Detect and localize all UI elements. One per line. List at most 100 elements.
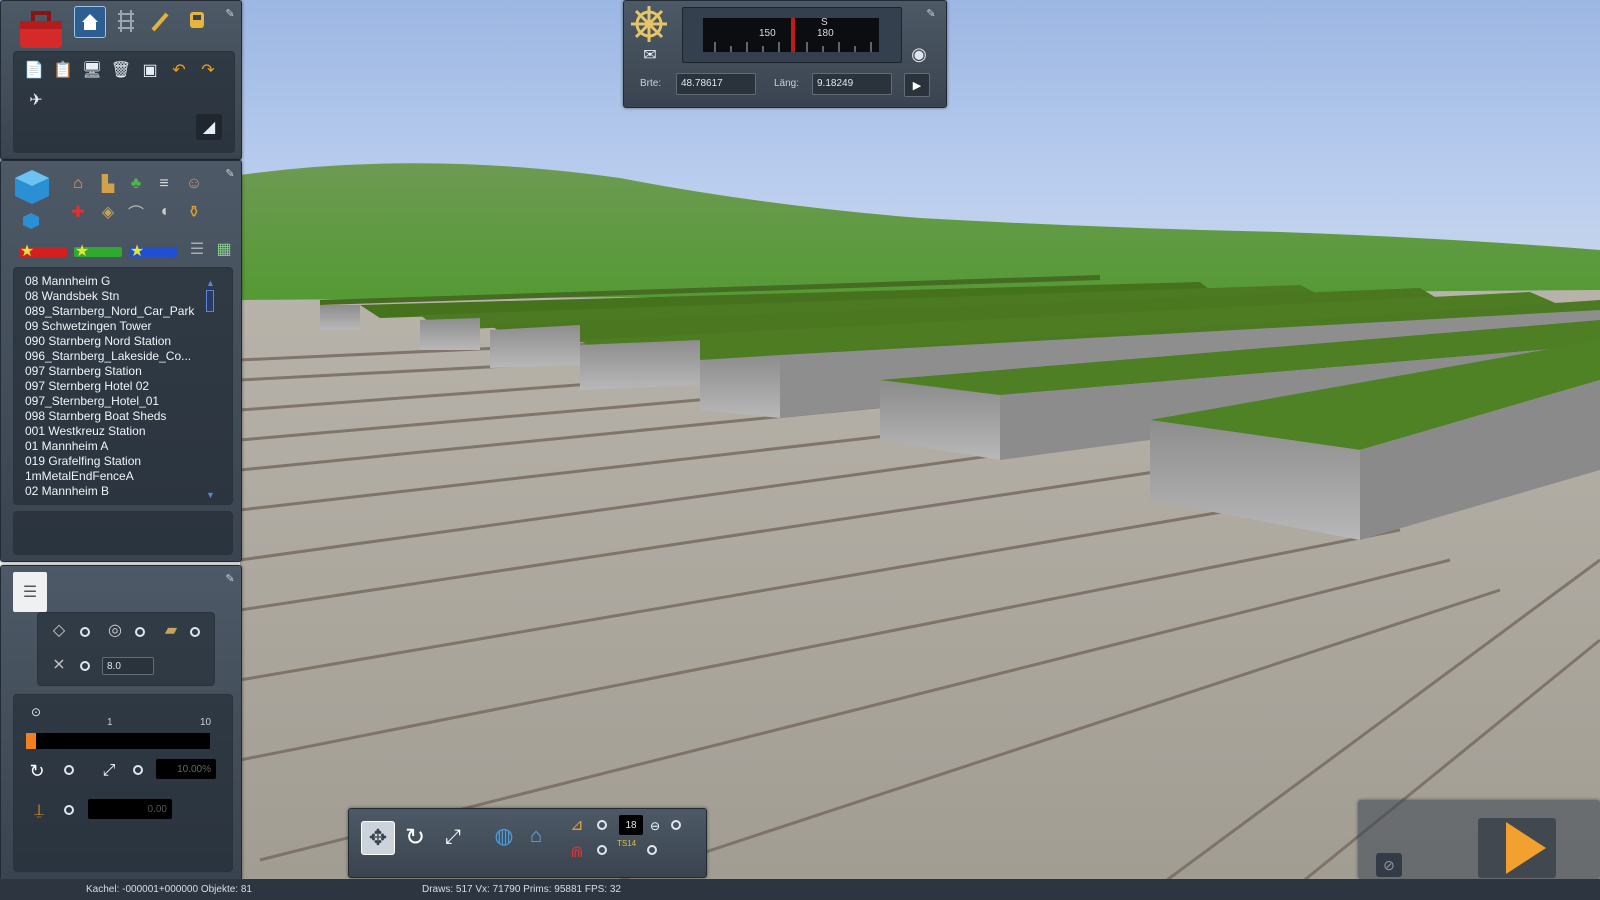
magnet-radio[interactable] (597, 845, 607, 855)
scale-icon[interactable]: ⤢ (437, 821, 469, 853)
height-snap-radio[interactable] (80, 661, 90, 671)
paint-brush-icon[interactable] (146, 7, 174, 35)
percent-input[interactable]: 10.00% (156, 759, 216, 779)
compass-tick-150: 150 (759, 28, 776, 39)
home-icon[interactable] (74, 6, 106, 38)
asset-list-item[interactable]: 089_Starnberg_Nord_Car_Park (15, 304, 205, 319)
offset-input[interactable]: 0.00 (88, 799, 172, 819)
object-cube-icon[interactable] (11, 166, 53, 208)
scale-options: ⊙ 1 10 ↻ ⤢ 10.00% ⍊ 0.00 (13, 694, 233, 872)
asset-list-item[interactable]: 08 Mannheim G (15, 274, 205, 289)
speaker-icon[interactable]: ◖ (151, 199, 177, 225)
measure-icon[interactable]: ⊿ (565, 815, 589, 835)
compass-strip: 150 180 S (682, 7, 902, 63)
rotate-random-radio[interactable] (64, 765, 74, 775)
rotate-snap-radio[interactable] (135, 627, 145, 637)
bridge-icon[interactable]: ⌒ (123, 199, 149, 225)
asset-list-item[interactable]: 09 Schwetzingen Tower (15, 319, 205, 334)
ts-radio[interactable] (647, 845, 657, 855)
figure-icon[interactable]: ☺ (181, 171, 207, 197)
asset-list-item[interactable]: 098 Starnberg Boat Sheds (15, 409, 205, 424)
scrollbar-thumb[interactable] (206, 290, 214, 312)
paste-icon[interactable]: 📋 (51, 58, 75, 82)
monitor-icon[interactable]: 🖥 (80, 58, 104, 82)
compass-icon[interactable] (628, 3, 670, 45)
latitude-input[interactable]: 48.78617 (676, 73, 756, 95)
tree-icon[interactable]: ♣ (123, 171, 149, 197)
delete-icon[interactable]: 🗑 (109, 58, 133, 82)
slider-toggle-icon[interactable]: ⊙ (26, 705, 46, 719)
pin-icon[interactable]: ✎ (223, 572, 237, 586)
camera-icon[interactable]: ◉ (906, 41, 932, 67)
move-icon[interactable]: ✥ (361, 821, 395, 855)
lock-radio[interactable] (671, 820, 681, 830)
asset-list-item[interactable]: 097_Sternberg_Hotel_01 (15, 394, 205, 409)
pin-icon[interactable]: ✎ (223, 167, 237, 181)
go-arrow-icon[interactable]: ▶ (904, 73, 930, 97)
undo-icon[interactable]: ↶ (167, 58, 191, 82)
latitude-label: Brte: (640, 78, 662, 89)
height-snap-icon: ⨯ (52, 656, 66, 673)
bag-icon[interactable]: ⚱ (181, 199, 207, 225)
road-icon[interactable]: ≡ (151, 171, 177, 197)
asset-list-item[interactable]: 090 Starnberg Nord Station (15, 334, 205, 349)
list-view-icon[interactable]: ☰ (187, 239, 207, 259)
grid-view-icon[interactable]: ▦ (214, 239, 234, 259)
world-icon[interactable]: ◍ (489, 821, 519, 851)
asset-list-item[interactable]: 019 Grafelfing Station (15, 454, 205, 469)
measure-radio[interactable] (597, 820, 607, 830)
house-icon[interactable]: ⌂ (523, 823, 549, 849)
ts-badge: TS14 (617, 839, 637, 848)
redo-icon[interactable]: ↷ (196, 58, 220, 82)
copy-icon[interactable]: 📄 (22, 58, 46, 82)
lock-icon[interactable]: ⊖ (647, 817, 663, 835)
asset-list-item[interactable]: 1mMetalEndFenceA (15, 469, 205, 484)
signal-post-icon[interactable]: ✚ (65, 199, 91, 225)
scale-random-icon[interactable]: ⤢ (96, 759, 122, 783)
asset-list-item[interactable]: 01 Mannheim A (15, 439, 205, 454)
factory-icon[interactable]: ▙ (95, 171, 121, 197)
longitude-input[interactable]: 9.18249 (812, 73, 892, 95)
snap-options: ◇ ◎ ▰ ⨯ 8.0 (37, 612, 215, 686)
scale-random-radio[interactable] (133, 765, 143, 775)
track-icon[interactable] (112, 7, 140, 35)
scroll-down-arrow[interactable]: ▼ (206, 490, 215, 500)
offset-radio[interactable] (64, 805, 74, 815)
surface-radio[interactable] (80, 627, 90, 637)
asset-list-item[interactable]: 08 Wandsbek Stn (15, 289, 205, 304)
placement-panel: ☰ ✎ ◇ ◎ ▰ ⨯ 8.0 ⊙ 1 10 ↻ ⤢ 10.00% ⍊ 0.00 (0, 565, 242, 881)
magnet-icon[interactable]: ⋒ (565, 841, 589, 863)
pin-icon[interactable]: ✎ (924, 7, 938, 21)
scale-slider-fill (26, 733, 36, 749)
track-snap-icon: ▰ (164, 622, 178, 639)
train-icon[interactable] (183, 7, 211, 35)
building-icon[interactable]: ⌂ (65, 171, 91, 197)
rotate-random-icon[interactable]: ↻ (24, 759, 50, 783)
platform-icon[interactable]: ◈ (95, 199, 121, 225)
snap-icon[interactable]: ▣ (138, 58, 162, 82)
bottom-toolbar: ✥ ↻ ⤢ ◍ ⌂ ⊿ 18 ⊖ ⋒ TS14 (348, 808, 707, 878)
scroll-up-arrow[interactable]: ▲ (206, 278, 215, 288)
asset-list-item[interactable]: 097 Starnberg Station (15, 364, 205, 379)
signal-icon[interactable]: ✈ (24, 88, 48, 112)
asset-list-item[interactable]: 096_Starnberg_Lakeside_Co... (15, 349, 205, 364)
track-snap-radio[interactable] (190, 627, 200, 637)
pin-icon[interactable]: ✎ (223, 7, 237, 21)
rotate-icon[interactable]: ↻ (399, 821, 431, 853)
compass-heading: S (821, 17, 828, 28)
asset-list-item[interactable]: 097 Sternberg Hotel 02 (15, 379, 205, 394)
play-button[interactable] (1478, 818, 1556, 878)
asset-list[interactable]: 08 Mannheim G 08 Wandsbek Stn 089_Starnber… (15, 274, 205, 504)
asset-list-item[interactable]: 02 Mannheim B (15, 484, 205, 499)
asset-detail-frame (13, 511, 233, 555)
map-marker-icon[interactable]: ✉ (638, 43, 662, 67)
toolbox-icon[interactable] (15, 5, 67, 53)
asset-list-item[interactable]: 001 Westkreuz Station (15, 424, 205, 439)
offset-icon[interactable]: ⍊ (28, 799, 50, 823)
settings-icon[interactable]: ◢ (196, 114, 222, 140)
surface-icon: ◇ (52, 622, 66, 639)
notes-icon[interactable]: ☰ (13, 572, 47, 612)
height-input[interactable]: 8.0 (102, 657, 154, 675)
scale-slider[interactable] (26, 733, 210, 749)
small-cube-icon[interactable] (19, 209, 43, 233)
